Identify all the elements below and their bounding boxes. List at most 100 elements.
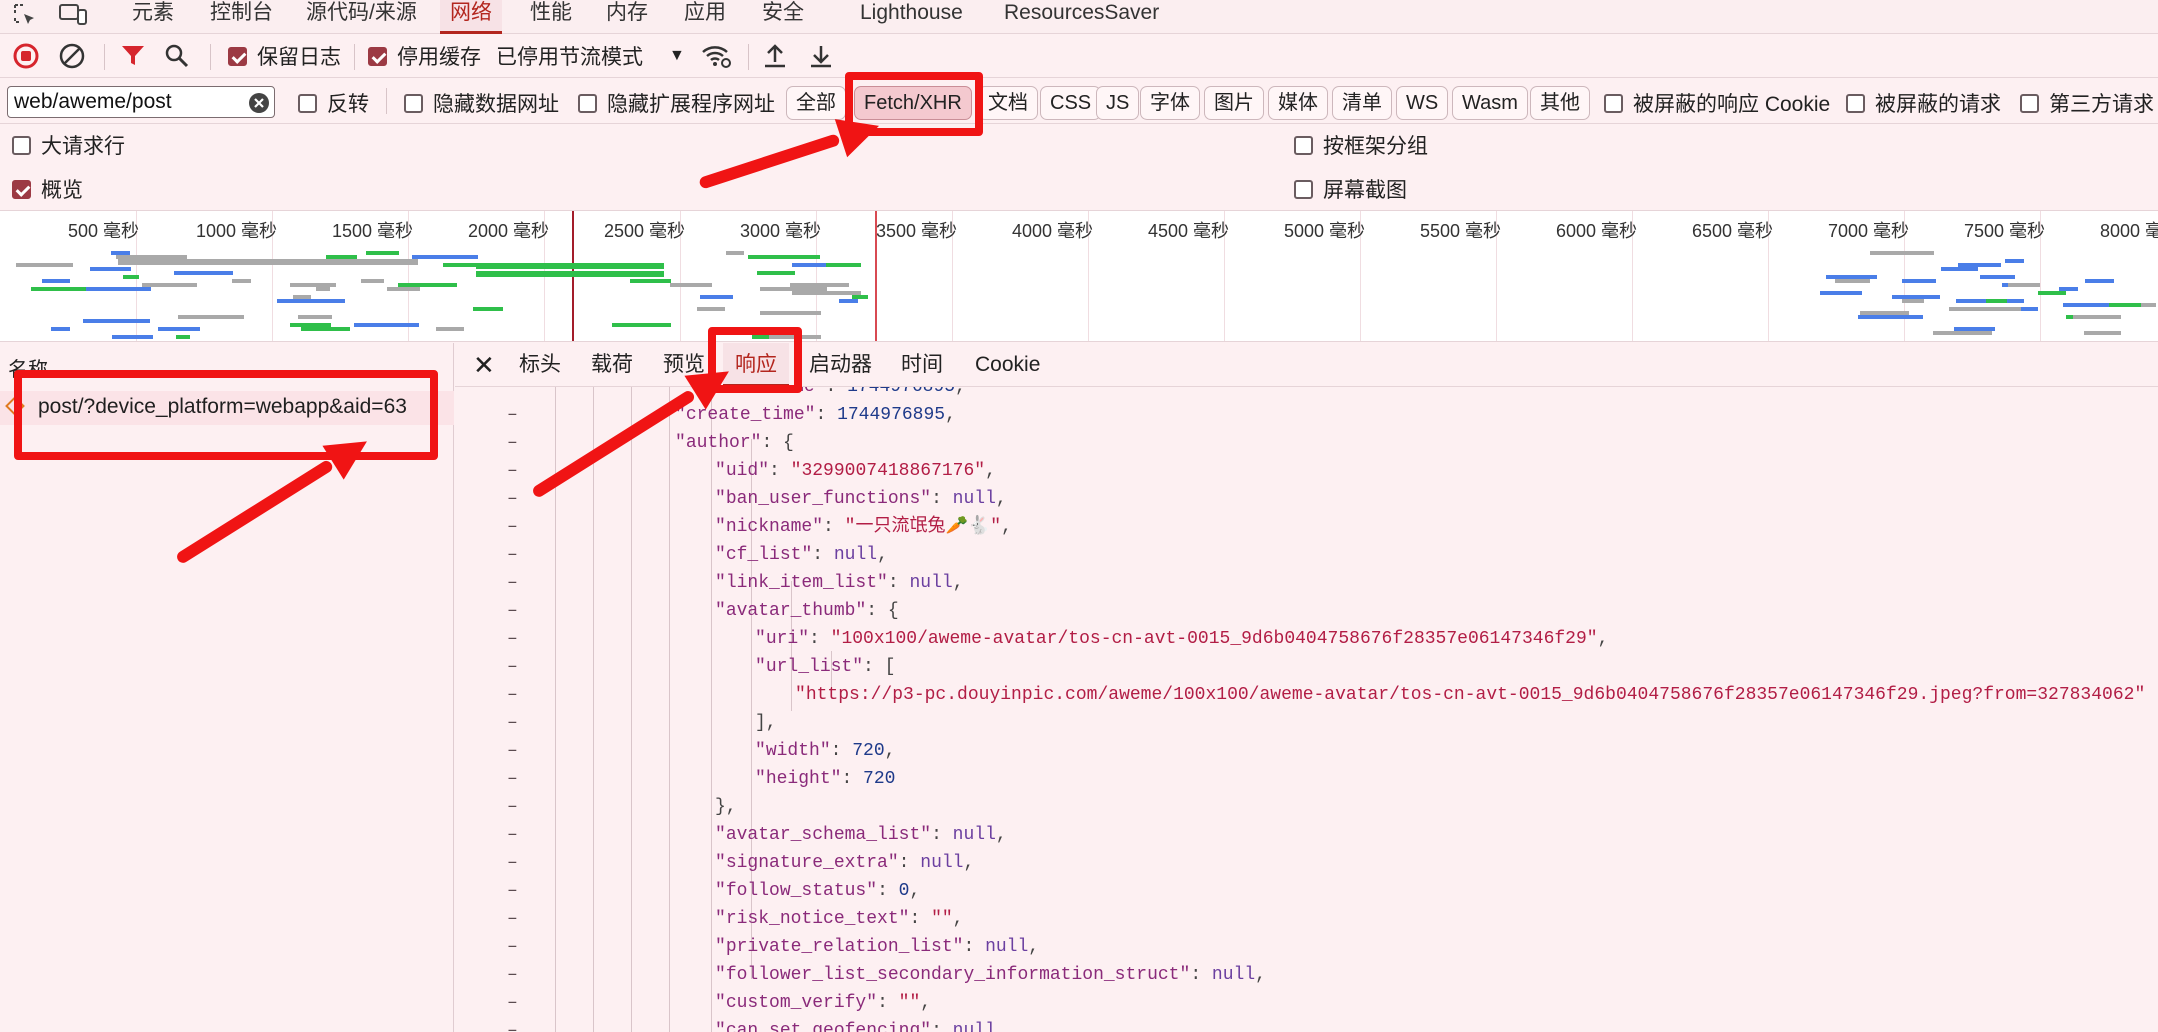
- timeline-bar: [476, 263, 664, 269]
- network-overview-timeline[interactable]: 500 毫秒 1000 毫秒 1500 毫秒 2000 毫秒 2500 毫秒 3…: [0, 210, 2158, 342]
- code-line: – "follow_status": 0,: [507, 881, 921, 901]
- export-har-icon[interactable]: [808, 40, 834, 72]
- throttling-select[interactable]: 已停用节流模式 ▼: [496, 40, 685, 72]
- code-line: – "risk_notice_text": "",: [507, 909, 964, 929]
- blocked-cookies-checkbox[interactable]: 被屏蔽的响应 Cookie: [1604, 88, 1830, 118]
- timeline-bar: [1940, 267, 1979, 271]
- timeline-bar: [748, 255, 821, 259]
- third-party-label: 第三方请求: [2049, 93, 2154, 116]
- timeline-bar: [290, 283, 337, 287]
- filter-icon[interactable]: [120, 40, 146, 72]
- checkbox-checked[interactable]: [368, 46, 387, 66]
- timeline-bar: [42, 279, 71, 283]
- timeline-bar: [397, 283, 458, 287]
- checkbox-unchecked[interactable]: [1604, 93, 1623, 113]
- stop-recording-icon[interactable]: [12, 40, 40, 72]
- tab-network[interactable]: 网络: [440, 0, 502, 34]
- tab-headers[interactable]: 标头: [519, 343, 561, 387]
- import-har-icon[interactable]: [762, 40, 788, 72]
- clear-icon[interactable]: [58, 40, 86, 72]
- type-filter-doc[interactable]: 文档: [978, 86, 1038, 120]
- preserve-log-checkbox[interactable]: 保留日志: [228, 40, 341, 72]
- timeline-bar: [89, 267, 131, 271]
- timeline-bar: [838, 299, 858, 303]
- throttling-label: 已停用节流模式: [496, 46, 643, 69]
- code-line: – "url_list": [: [507, 657, 896, 677]
- toolbar-divider: [210, 44, 211, 70]
- response-viewer[interactable]: –"create_time": 1744976895, –"create_tim…: [455, 387, 2158, 1032]
- tab-initiator[interactable]: 启动器: [809, 343, 872, 387]
- tab-timing[interactable]: 时间: [901, 343, 943, 387]
- group-by-frame-checkbox[interactable]: 按框架分组: [1294, 130, 1428, 160]
- timeline-bar: [760, 287, 828, 291]
- close-details-icon[interactable]: ✕: [473, 343, 495, 387]
- inspect-element-icon[interactable]: [12, 2, 38, 36]
- timeline-bar: [1892, 295, 1941, 299]
- type-filter-manifest[interactable]: 清单: [1332, 86, 1392, 120]
- timeline-bar: [142, 283, 198, 287]
- blocked-requests-checkbox[interactable]: 被屏蔽的请求: [1846, 88, 2001, 118]
- invert-checkbox[interactable]: 反转: [298, 88, 369, 118]
- tab-performance[interactable]: 性能: [530, 0, 572, 34]
- code-line: – "height": 720: [507, 769, 896, 789]
- checkbox-unchecked[interactable]: [1846, 93, 1865, 113]
- disable-cache-checkbox[interactable]: 停用缓存: [368, 40, 481, 72]
- timeline-bar: [759, 311, 821, 315]
- large-rows-checkbox[interactable]: 大请求行: [12, 130, 125, 160]
- screenshots-checkbox[interactable]: 屏幕截图: [1294, 174, 1407, 204]
- type-filter-other[interactable]: 其他: [1530, 86, 1590, 120]
- type-filter-wasm[interactable]: Wasm: [1452, 86, 1528, 120]
- timeline-bar: [726, 251, 744, 255]
- type-filter-media[interactable]: 媒体: [1268, 86, 1328, 120]
- code-line: – "uri": "100x100/aweme-avatar/tos-cn-avt…: [507, 629, 1609, 649]
- checkbox-unchecked[interactable]: [2020, 93, 2039, 113]
- checkbox-unchecked[interactable]: [1294, 179, 1313, 199]
- type-filter-img[interactable]: 图片: [1204, 86, 1264, 120]
- timeline-tick: 6000 毫秒: [1556, 221, 1638, 241]
- timeline-bar: [361, 279, 385, 283]
- type-filter-all[interactable]: 全部: [786, 86, 846, 120]
- device-toolbar-icon[interactable]: [58, 2, 88, 36]
- tab-application[interactable]: 应用: [684, 0, 726, 34]
- timeline-tick: 3000 毫秒: [740, 221, 822, 241]
- timeline-tick: 500 毫秒: [68, 221, 140, 241]
- hide-extension-urls-checkbox[interactable]: 隐藏扩展程序网址: [578, 88, 775, 118]
- checkbox-unchecked[interactable]: [298, 93, 317, 113]
- checkbox-unchecked[interactable]: [12, 135, 31, 155]
- clear-filter-icon[interactable]: [248, 92, 270, 120]
- tab-resourcessaver[interactable]: ResourcesSaver: [1004, 0, 1159, 34]
- search-icon[interactable]: [164, 40, 190, 72]
- timeline-bar: [16, 263, 73, 267]
- timeline-bar: [826, 263, 861, 267]
- timeline-bar: [1825, 275, 1877, 279]
- third-party-checkbox[interactable]: 第三方请求: [2020, 88, 2154, 118]
- filter-input[interactable]: [7, 86, 275, 118]
- tab-lighthouse[interactable]: Lighthouse: [860, 0, 963, 34]
- checkbox-unchecked[interactable]: [578, 93, 597, 113]
- checkbox-checked[interactable]: [228, 46, 247, 66]
- tab-sources[interactable]: 源代码/来源: [306, 0, 417, 34]
- overview-checkbox[interactable]: 概览: [12, 174, 83, 204]
- timeline-bar: [79, 287, 152, 291]
- code-line: – "private_relation_list": null,: [507, 937, 1040, 957]
- hide-data-urls-checkbox[interactable]: 隐藏数据网址: [404, 88, 559, 118]
- tab-security[interactable]: 安全: [762, 0, 804, 34]
- tab-memory[interactable]: 内存: [606, 0, 648, 34]
- hide-extension-urls-label: 隐藏扩展程序网址: [607, 93, 775, 116]
- type-filter-font[interactable]: 字体: [1140, 86, 1200, 120]
- timeline-bar: [118, 259, 418, 265]
- timeline-bar: [315, 287, 330, 291]
- tab-console[interactable]: 控制台: [210, 0, 273, 34]
- tab-payload[interactable]: 载荷: [591, 343, 633, 387]
- timeline-bar: [756, 271, 796, 275]
- checkbox-unchecked[interactable]: [404, 93, 423, 113]
- checkbox-checked[interactable]: [12, 179, 31, 199]
- type-filter-css[interactable]: CSS: [1040, 86, 1102, 120]
- type-filter-ws[interactable]: WS: [1396, 86, 1449, 120]
- type-filter-js[interactable]: JS: [1096, 86, 1140, 120]
- tab-elements[interactable]: 元素: [132, 0, 174, 34]
- network-conditions-icon[interactable]: [700, 40, 732, 72]
- disable-cache-label: 停用缓存: [397, 46, 481, 69]
- checkbox-unchecked[interactable]: [1294, 135, 1313, 155]
- tab-cookies[interactable]: Cookie: [975, 343, 1040, 387]
